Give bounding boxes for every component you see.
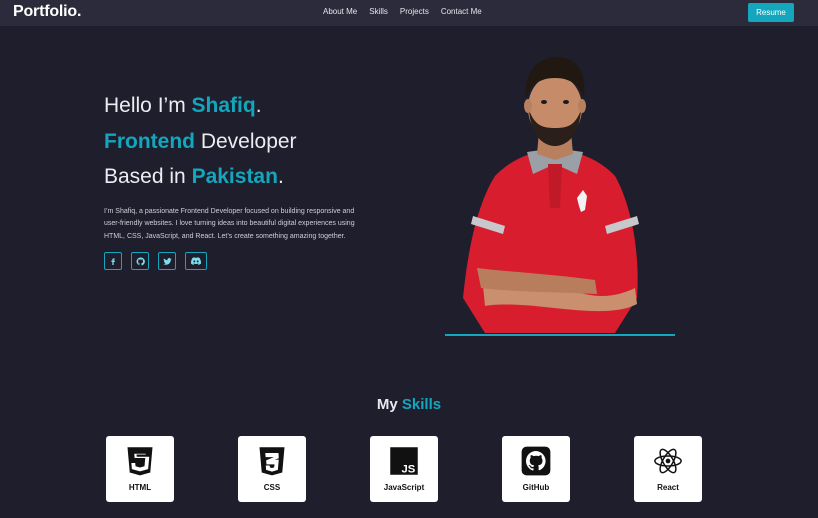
- javascript-icon: JS: [390, 447, 418, 475]
- twitter-link[interactable]: [158, 252, 176, 271]
- twitter-icon: [162, 257, 172, 265]
- skills-title-my: My: [376, 396, 398, 413]
- headline-location: Pakistan: [191, 165, 278, 188]
- github-icon: [521, 446, 551, 476]
- skill-card-html: HTML: [106, 436, 174, 502]
- react-icon: [654, 448, 682, 474]
- skill-label-github: GitHub: [522, 483, 550, 492]
- skill-card-github: GitHub: [502, 436, 570, 502]
- headline-line-3: Based in Pakistan.: [104, 159, 364, 195]
- github-icon: [136, 257, 145, 266]
- intro-paragraph: I’m Shafiq, a passionate Frontend Develo…: [104, 207, 355, 240]
- skill-label-react: React: [657, 483, 679, 492]
- headline-role-accent: Frontend: [104, 129, 195, 153]
- logo[interactable]: Portfolio.: [13, 3, 81, 21]
- nav-link-about[interactable]: About Me: [323, 7, 357, 16]
- facebook-icon: [111, 258, 115, 266]
- skill-label-javascript: JavaScript: [383, 483, 425, 492]
- navbar: Portfolio. About Me Skills Projects Cont…: [0, 0, 818, 26]
- headline-period-2: .: [277, 165, 284, 188]
- headline-line-1: Hello I’m Shafiq.: [104, 88, 364, 124]
- social-links: [104, 252, 364, 271]
- headline-greeting: Hello I’m: [104, 94, 192, 117]
- skills-title-accent: Skills: [401, 396, 442, 413]
- skills-title: My Skills: [0, 396, 818, 413]
- github-link[interactable]: [131, 252, 149, 271]
- hero-text: Hello I’m Shafiq. Frontend Developer Bas…: [104, 88, 364, 271]
- nav-links: About Me Skills Projects Contact Me: [323, 7, 482, 16]
- headline-period: .: [255, 94, 262, 117]
- skill-label-css: CSS: [263, 483, 281, 492]
- css3-icon: [259, 447, 285, 476]
- skill-card-css: CSS: [238, 436, 306, 502]
- skill-label-html: HTML: [128, 483, 152, 492]
- discord-icon: [191, 257, 201, 266]
- skill-card-javascript: JS JavaScript: [370, 436, 438, 502]
- nav-link-projects[interactable]: Projects: [400, 7, 429, 16]
- headline-line-2: Frontend Developer: [104, 124, 364, 160]
- profile-photo: [463, 56, 639, 333]
- nav-link-contact[interactable]: Contact Me: [441, 7, 482, 16]
- svg-text:JS: JS: [401, 463, 415, 475]
- resume-button[interactable]: Resume: [748, 3, 794, 22]
- headline-based: Based in: [104, 165, 192, 188]
- profile-photo-underline: [445, 334, 675, 336]
- headline-name: Shafiq: [191, 94, 256, 117]
- headline-role: Developer: [194, 129, 297, 153]
- skill-card-react: React: [634, 436, 702, 502]
- facebook-link[interactable]: [104, 252, 122, 271]
- nav-link-skills[interactable]: Skills: [369, 7, 388, 16]
- discord-link[interactable]: [185, 252, 207, 271]
- html5-icon: [127, 447, 153, 476]
